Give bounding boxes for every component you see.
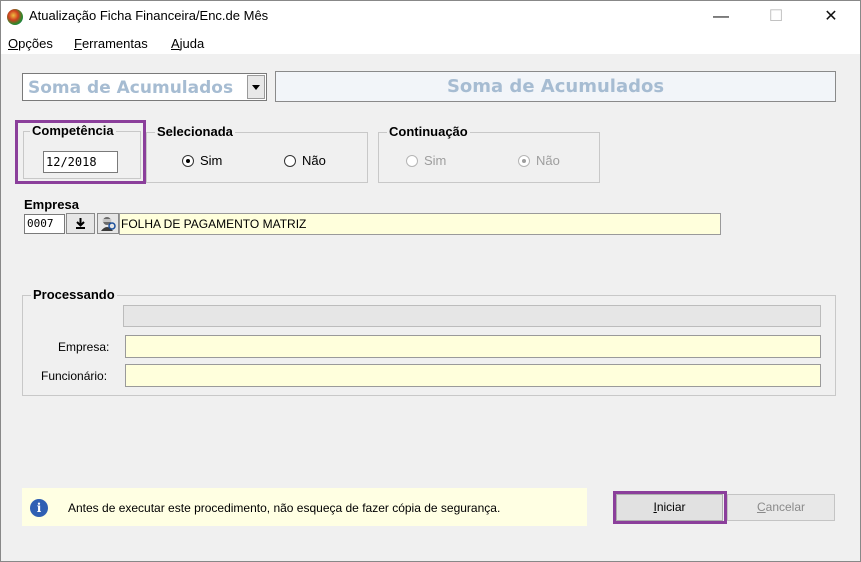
processando-empresa-field (125, 335, 821, 358)
progress-bar (123, 305, 821, 327)
selecionada-group: Selecionada (146, 124, 368, 183)
continuacao-nao-label: Não (536, 153, 560, 168)
menu-ferramentas-label: erramentas (81, 36, 148, 51)
competencia-highlight (15, 120, 146, 184)
info-panel: i Antes de executar este procedimento, n… (22, 488, 587, 526)
menu-ferramentas-mnemonic: F (74, 36, 82, 51)
iniciar-highlight (613, 491, 727, 524)
empresa-search-button[interactable] (97, 213, 119, 234)
processando-empresa-label: Empresa: (58, 340, 110, 354)
selecionada-label: Selecionada (155, 124, 235, 139)
download-icon (76, 218, 85, 229)
mode-select-value: Soma de Acumulados (28, 78, 234, 98)
empresa-lookup-button[interactable] (66, 213, 95, 234)
cancelar-button: Cancelar (727, 494, 835, 521)
info-text: Antes de executar este procedimento, não… (68, 501, 501, 515)
processando-funcionario-label: Funcionário: (41, 369, 108, 383)
title-bar[interactable]: Atualização Ficha Financeira/Enc.de Mês … (1, 1, 860, 32)
continuacao-nao-radio: Não (518, 153, 560, 168)
empresa-name-value: FOLHA DE PAGAMENTO MATRIZ (121, 217, 307, 231)
processando-label: Processando (31, 287, 117, 302)
chevron-down-icon[interactable] (247, 75, 265, 99)
selecionada-sim-label: Sim (200, 153, 223, 168)
maximize-button[interactable]: ☐ (753, 1, 799, 32)
selecionada-nao-label: Não (302, 153, 326, 168)
empresa-label: Empresa (24, 197, 79, 212)
empresa-name-field: FOLHA DE PAGAMENTO MATRIZ (119, 213, 721, 235)
mode-banner: Soma de Acumulados (275, 71, 836, 102)
cancelar-mnemonic: C (756, 500, 766, 514)
radio-checked-icon (518, 155, 530, 167)
empresa-code-input[interactable]: 0007 (24, 214, 65, 234)
person-search-icon (101, 217, 116, 231)
menu-ferramentas[interactable]: Ferramentas (74, 36, 148, 51)
menu-ajuda-mnemonic: A (171, 36, 180, 51)
menu-ajuda-label: juda (179, 36, 205, 51)
continuacao-sim-radio: Sim (406, 153, 446, 168)
menu-ajuda[interactable]: Ajuda (171, 36, 204, 51)
cancelar-label: ancelar (765, 500, 806, 514)
minimize-button[interactable]: — (698, 1, 744, 32)
menu-opcoes[interactable]: Opções (8, 36, 53, 51)
radio-checked-icon (182, 155, 194, 167)
window-title: Atualização Ficha Financeira/Enc.de Mês (29, 8, 269, 23)
selecionada-nao-radio[interactable]: Não (284, 153, 326, 168)
app-icon (7, 9, 23, 25)
radio-unchecked-icon (284, 155, 296, 167)
radio-unchecked-icon (406, 155, 418, 167)
selecionada-sim-radio[interactable]: Sim (182, 153, 222, 168)
processando-funcionario-field (125, 364, 821, 387)
menu-opcoes-label: pções (18, 36, 53, 51)
menu-bar: Opções Ferramentas Ajuda (1, 32, 860, 54)
continuacao-sim-label: Sim (424, 153, 447, 168)
menu-opcoes-mnemonic: O (8, 36, 19, 51)
close-button[interactable]: ✕ (808, 1, 854, 32)
mode-select[interactable]: Soma de Acumulados (22, 73, 267, 101)
continuacao-label: Continuação (387, 124, 470, 139)
application-window: Atualização Ficha Financeira/Enc.de Mês … (0, 0, 861, 562)
info-icon: i (30, 499, 48, 517)
